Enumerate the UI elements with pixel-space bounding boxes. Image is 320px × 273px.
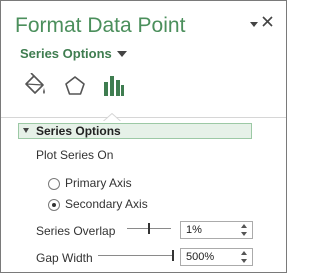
close-icon[interactable] bbox=[260, 14, 276, 30]
spin-up-icon[interactable] bbox=[241, 251, 247, 255]
section-header-label: Series Options bbox=[36, 124, 121, 138]
pane-title: Format Data Point bbox=[15, 14, 186, 37]
series-overlap-input[interactable] bbox=[181, 222, 237, 238]
gap-width-input[interactable] bbox=[181, 249, 237, 265]
slider-thumb[interactable] bbox=[172, 250, 174, 261]
dropdown-caret-icon bbox=[116, 50, 127, 57]
pane-options-chevron-icon[interactable] bbox=[250, 22, 258, 27]
format-data-point-pane: Format Data Point Series Options Series … bbox=[0, 0, 287, 273]
spin-down-icon[interactable] bbox=[241, 259, 247, 263]
slider-track bbox=[98, 255, 173, 256]
radio-button[interactable] bbox=[48, 178, 60, 190]
bar-chart-icon[interactable] bbox=[100, 73, 126, 99]
series-overlap-label: Series Overlap bbox=[36, 224, 116, 238]
spin-up-icon[interactable] bbox=[241, 224, 247, 228]
gap-width-label: Gap Width bbox=[36, 251, 93, 265]
selected-tab-pointer bbox=[101, 109, 123, 123]
radio-selected-dot bbox=[52, 203, 56, 207]
radio-label-primary-axis: Primary Axis bbox=[65, 176, 132, 190]
spin-down-icon[interactable] bbox=[241, 232, 247, 236]
gap-width-spinner[interactable] bbox=[180, 248, 253, 266]
series-overlap-spinner[interactable] bbox=[180, 221, 253, 239]
radio-button[interactable] bbox=[48, 199, 60, 211]
radio-label-secondary-axis: Secondary Axis bbox=[65, 197, 148, 211]
plot-series-on-label: Plot Series On bbox=[36, 148, 114, 162]
series-options-section-header[interactable]: Series Options bbox=[18, 123, 252, 139]
collapse-triangle-icon bbox=[23, 128, 29, 133]
series-options-dropdown-label: Series Options bbox=[20, 46, 112, 62]
slider-thumb[interactable] bbox=[148, 223, 151, 234]
series-options-dropdown[interactable]: Series Options bbox=[20, 45, 127, 63]
series-overlap-slider[interactable] bbox=[127, 223, 171, 235]
tab-divider bbox=[1, 117, 286, 118]
gap-width-slider[interactable] bbox=[98, 250, 174, 262]
paint-bucket-icon[interactable] bbox=[22, 72, 48, 99]
pentagon-icon[interactable] bbox=[62, 73, 88, 99]
